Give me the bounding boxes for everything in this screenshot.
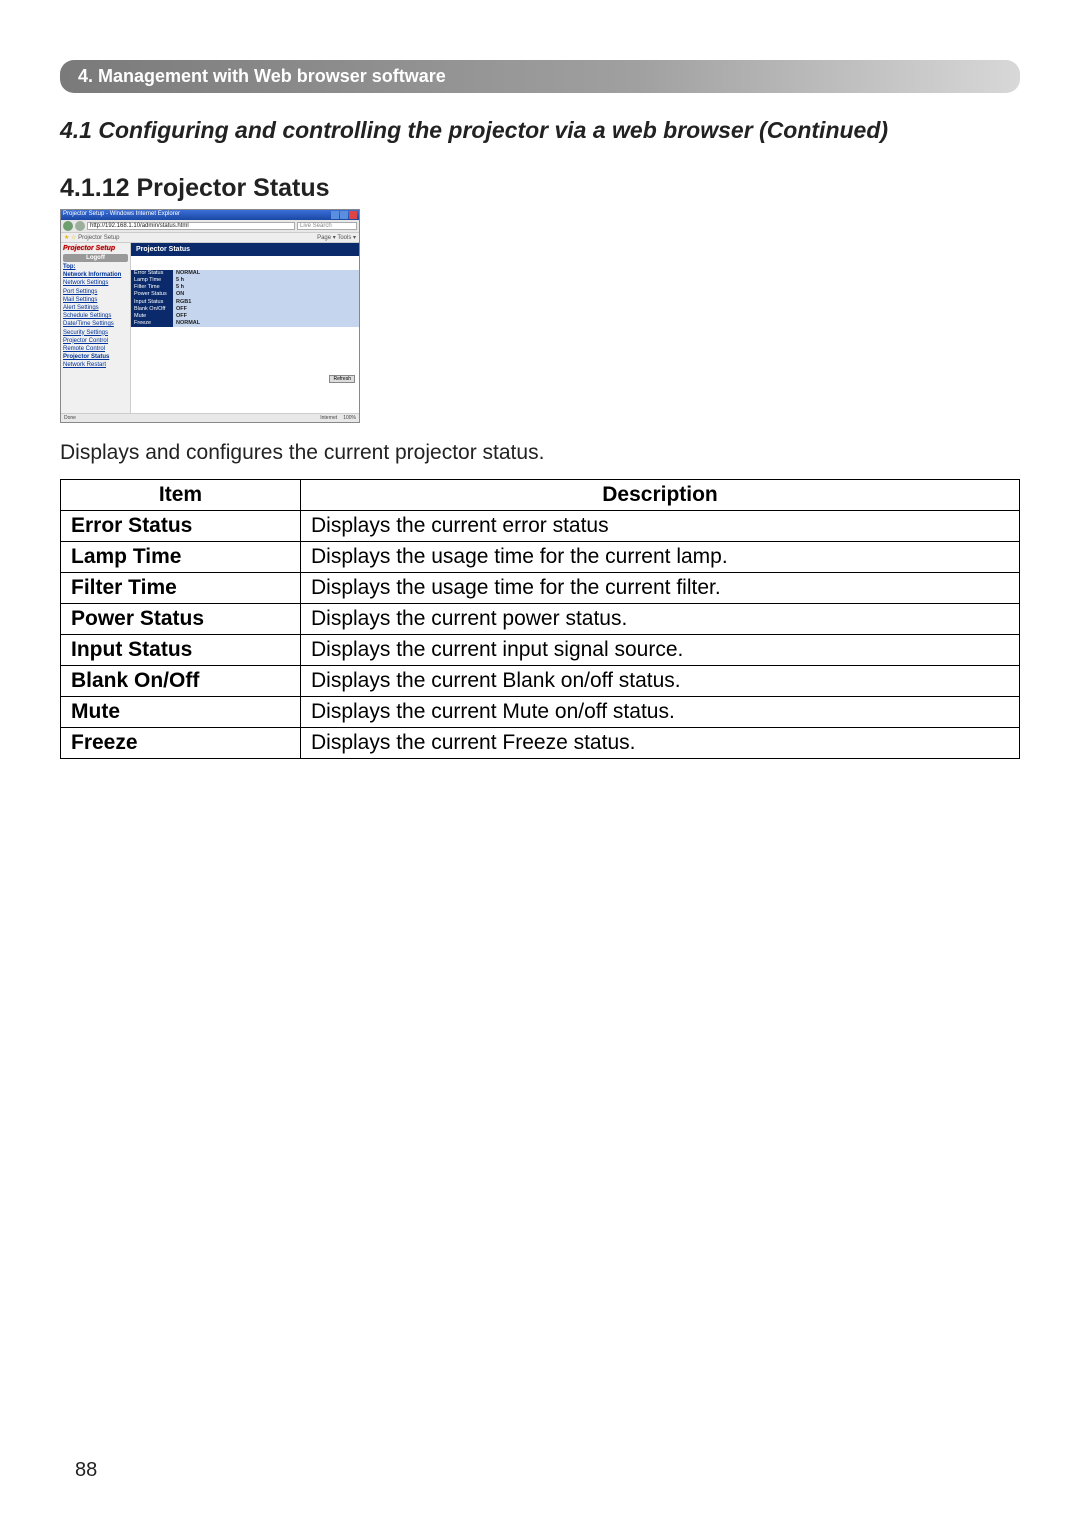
sidebar-item[interactable]: Top: xyxy=(63,264,128,271)
section-bar: 4. Management with Web browser software xyxy=(60,60,1020,93)
status-value: NORMAL xyxy=(173,270,359,277)
item-description-table: Item Description Error StatusDisplays th… xyxy=(60,479,1020,759)
address-bar: http://192.168.1.10/admin/status.html Li… xyxy=(61,220,359,233)
table-row: Error StatusDisplays the current error s… xyxy=(61,511,1020,542)
page-number: 88 xyxy=(75,1459,97,1482)
sidebar-item[interactable]: Network Information xyxy=(63,272,128,279)
status-value: OFF xyxy=(173,313,359,320)
screenshot-main: Projector Status Error StatusNORMAL Lamp… xyxy=(131,243,359,413)
item-cell: Freeze xyxy=(61,728,301,759)
status-label: Input Status xyxy=(131,299,173,306)
screenshot-status-table: Error StatusNORMAL Lamp Time5 h Filter T… xyxy=(131,270,359,327)
desc-cell: Displays the current Mute on/off status. xyxy=(301,697,1020,728)
status-label: Error Status xyxy=(131,270,173,277)
sidebar-item[interactable]: Schedule Settings xyxy=(63,313,128,320)
table-row: Input StatusDisplays the current input s… xyxy=(61,635,1020,666)
status-label: Lamp Time xyxy=(131,277,173,284)
table-header-item: Item xyxy=(61,480,301,511)
desc-cell: Displays the current error status xyxy=(301,511,1020,542)
item-cell: Filter Time xyxy=(61,573,301,604)
status-value: 5 h xyxy=(173,284,359,291)
status-label: Freeze xyxy=(131,320,173,327)
url-field[interactable]: http://192.168.1.10/admin/status.html xyxy=(87,222,295,230)
status-value: 5 h xyxy=(173,277,359,284)
intro-text: Displays and configures the current proj… xyxy=(60,441,1020,465)
sidebar-item[interactable]: Projector Control xyxy=(63,338,128,345)
table-row: Power StatusDisplays the current power s… xyxy=(61,604,1020,635)
logoff-button[interactable]: Logoff xyxy=(63,254,128,262)
subsection-title: 4.1.12 Projector Status xyxy=(60,174,1020,203)
item-cell: Input Status xyxy=(61,635,301,666)
window-buttons xyxy=(331,211,357,219)
item-cell: Blank On/Off xyxy=(61,666,301,697)
screenshot-browser-window: Projector Setup - Windows Internet Explo… xyxy=(60,209,360,423)
status-label: Mute xyxy=(131,313,173,320)
desc-cell: Displays the current Blank on/off status… xyxy=(301,666,1020,697)
search-field[interactable]: Live Search xyxy=(297,222,357,230)
sidebar-item[interactable]: Port Settings xyxy=(63,289,128,296)
status-label: Power Status xyxy=(131,291,173,298)
table-row: MuteDisplays the current Mute on/off sta… xyxy=(61,697,1020,728)
status-value: NORMAL xyxy=(173,320,359,327)
screenshot-sidebar: Projector Setup Logoff Top: Network Info… xyxy=(61,243,131,413)
sidebar-item-active[interactable]: Projector Status xyxy=(63,354,128,361)
sidebar-item[interactable]: Remote Control xyxy=(63,346,128,353)
maximize-icon[interactable] xyxy=(340,211,348,219)
window-titlebar: Projector Setup - Windows Internet Explo… xyxy=(61,210,359,220)
sidebar-item[interactable]: Date/Time Settings xyxy=(63,321,128,328)
sidebar-item[interactable]: Mail Settings xyxy=(63,297,128,304)
desc-cell: Displays the usage time for the current … xyxy=(301,542,1020,573)
sidebar-item[interactable]: Network Settings xyxy=(63,280,128,287)
table-row: FreezeDisplays the current Freeze status… xyxy=(61,728,1020,759)
status-value: ON xyxy=(173,291,359,298)
status-label: Blank On/Off xyxy=(131,306,173,313)
item-cell: Error Status xyxy=(61,511,301,542)
window-title: Projector Setup - Windows Internet Explo… xyxy=(63,211,180,219)
desc-cell: Displays the usage time for the current … xyxy=(301,573,1020,604)
table-row: Filter TimeDisplays the usage time for t… xyxy=(61,573,1020,604)
statusbar-internet: Internet xyxy=(320,415,337,421)
desc-cell: Displays the current power status. xyxy=(301,604,1020,635)
back-icon[interactable] xyxy=(63,221,73,231)
sidebar-header: Projector Setup xyxy=(63,245,128,252)
section-title: 4.1 Configuring and controlling the proj… xyxy=(60,117,1020,144)
item-cell: Power Status xyxy=(61,604,301,635)
tab-label[interactable]: Projector Setup xyxy=(78,235,119,241)
toolbar-right[interactable]: Page ▾ Tools ▾ xyxy=(317,234,356,241)
table-row: Blank On/OffDisplays the current Blank o… xyxy=(61,666,1020,697)
forward-icon[interactable] xyxy=(75,221,85,231)
table-row: Lamp TimeDisplays the usage time for the… xyxy=(61,542,1020,573)
item-cell: Lamp Time xyxy=(61,542,301,573)
desc-cell: Displays the current input signal source… xyxy=(301,635,1020,666)
sidebar-item[interactable]: Alert Settings xyxy=(63,305,128,312)
refresh-button[interactable]: Refresh xyxy=(329,375,355,383)
status-value: RGB1 xyxy=(173,299,359,306)
close-icon[interactable] xyxy=(349,211,357,219)
desc-cell: Displays the current Freeze status. xyxy=(301,728,1020,759)
status-label: Filter Time xyxy=(131,284,173,291)
favorites-icon[interactable]: ★ xyxy=(64,235,71,241)
statusbar-zoom: 100% xyxy=(343,415,356,421)
tab-area: ★ ☆ Projector Setup xyxy=(64,234,119,241)
sidebar-item[interactable]: Network Restart xyxy=(63,362,128,369)
sidebar-item[interactable]: Security Settings xyxy=(63,330,128,337)
table-header-description: Description xyxy=(301,480,1020,511)
status-value: OFF xyxy=(173,306,359,313)
statusbar-left: Done xyxy=(64,415,76,421)
screenshot-main-header: Projector Status xyxy=(131,243,359,256)
browser-statusbar: Done Internet 100% xyxy=(61,413,359,422)
minimize-icon[interactable] xyxy=(331,211,339,219)
item-cell: Mute xyxy=(61,697,301,728)
browser-toolbar: ★ ☆ Projector Setup Page ▾ Tools ▾ xyxy=(61,233,359,243)
